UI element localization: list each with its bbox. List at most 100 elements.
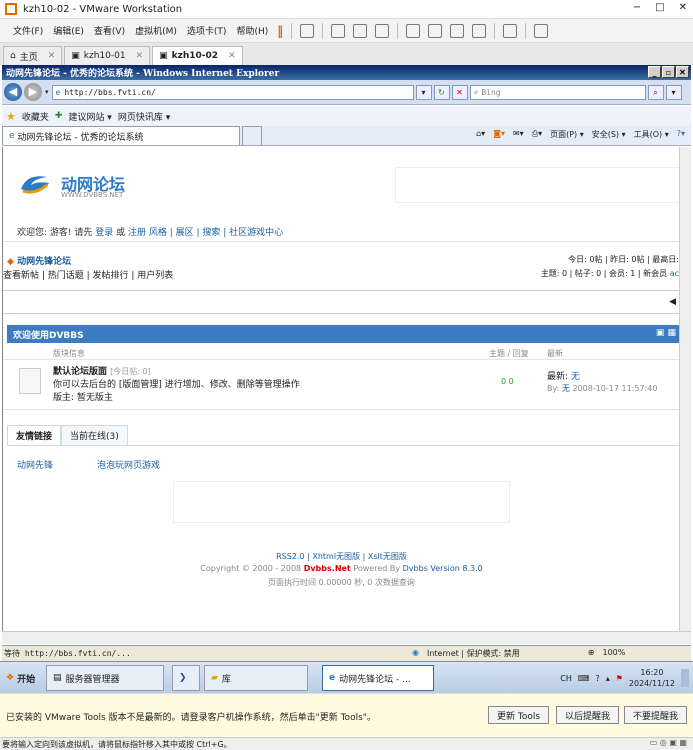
stop-icon[interactable]: ✕	[451, 84, 468, 100]
copyright-brand-link[interactable]: Dvbbs.Net	[304, 564, 351, 573]
board-title-link[interactable]: 默认论坛版面 [今日帖: 0]	[53, 364, 151, 377]
divider	[3, 359, 679, 360]
unity-icon[interactable]	[472, 23, 487, 38]
last-author-link[interactable]: 无	[562, 384, 570, 393]
keyboard-icon[interactable]: ⌨	[578, 674, 590, 683]
back-icon[interactable]: ◀	[4, 83, 22, 101]
start-button[interactable]: ❖ 开始	[2, 667, 39, 689]
clock[interactable]: 16:20 2024/11/12	[629, 667, 675, 689]
library-view-icon[interactable]	[406, 23, 421, 38]
device-icons[interactable]: ▭ ◎ ▣ ▦	[650, 738, 687, 747]
show-desktop-button[interactable]	[681, 669, 689, 687]
snapshot-manager-icon[interactable]	[375, 23, 390, 38]
taskbar-ie[interactable]: e 动网先锋论坛 - ...	[322, 665, 434, 691]
minimize-button[interactable]: −	[633, 2, 641, 13]
stretch-guest-icon[interactable]	[534, 23, 549, 38]
pause-icon[interactable]: ‖	[277, 24, 283, 38]
fav-link-suggested[interactable]: 建议网站 ▾	[68, 110, 111, 123]
input-language[interactable]: CH	[560, 674, 572, 683]
favorites-star-icon[interactable]: ★	[6, 110, 16, 123]
vertical-scrollbar[interactable]	[679, 147, 691, 631]
maximize-button[interactable]: □	[655, 2, 664, 13]
powered-brand-link[interactable]: Dvbbs Version 8.3.0	[403, 564, 483, 573]
taskbar-explorer[interactable]: ▰ 库	[204, 665, 308, 691]
console-view-icon[interactable]	[503, 23, 518, 38]
search-input[interactable]: ⌕ Bing	[469, 84, 646, 100]
collapse-icon[interactable]: ▣ ▦	[656, 328, 676, 338]
close-button[interactable]: ✕	[679, 2, 687, 13]
address-bar[interactable]: e http://bbs.fvti.cn/	[51, 84, 414, 100]
close-tab-icon[interactable]: ✕	[136, 51, 144, 61]
login-link[interactable]: 登录	[95, 228, 113, 238]
tab-friend-links[interactable]: 友情链接	[7, 425, 62, 445]
taskbar-server-manager[interactable]: ▤ 服务器管理器	[46, 665, 164, 691]
tab-kzh10-01[interactable]: ▣ kzh10-01 ✕	[64, 46, 151, 65]
menu-vm[interactable]: 虚拟机(M)	[130, 24, 182, 37]
network-icon[interactable]: ⚑	[616, 674, 623, 683]
tab-kzh10-02[interactable]: ▣ kzh10-02 ✕	[152, 46, 243, 65]
tab-label: kzh10-01	[83, 51, 126, 61]
register-link[interactable]: 注册	[128, 228, 146, 238]
menu-tabs[interactable]: 选项卡(T)	[182, 24, 232, 37]
friend-link-dvbbs[interactable]: 动网先锋	[17, 458, 53, 471]
menu-file[interactable]: 文件(F)	[8, 24, 48, 37]
snapshot-icon[interactable]	[331, 23, 346, 38]
arrow-left-icon[interactable]: ◀	[669, 297, 676, 307]
last-post-link[interactable]: 无	[571, 372, 580, 382]
mail-icon[interactable]: ✉▾	[513, 129, 524, 140]
forum-home-link[interactable]: ◆ 动网先锋论坛	[7, 254, 71, 267]
tray-expand-icon[interactable]: ▴	[606, 674, 610, 683]
forum-search-bar: ◀	[3, 290, 679, 314]
tab-home[interactable]: ⌂ 主页 ✕	[3, 46, 63, 65]
safety-menu[interactable]: 安全(S) ▾	[592, 129, 626, 140]
zoom-icon[interactable]: ⊕	[588, 648, 595, 659]
search-options-icon[interactable]: ▾	[665, 84, 682, 100]
menu-edit[interactable]: 编辑(E)	[48, 24, 89, 37]
update-tools-button[interactable]: 更新 Tools	[488, 706, 550, 724]
revert-snapshot-icon[interactable]	[353, 23, 368, 38]
menu-help[interactable]: 帮助(H)	[231, 24, 273, 37]
col-board-info: 版块信息	[53, 349, 85, 358]
thumbnail-view-icon[interactable]	[428, 23, 443, 38]
tab-online-users[interactable]: 当前在线(3)	[61, 425, 128, 445]
print-icon[interactable]: ⎙▾	[532, 129, 542, 140]
ie-restore-button[interactable]: ▫	[662, 66, 675, 78]
never-remind-button[interactable]: 不要提醒我	[624, 706, 688, 724]
help-icon[interactable]: ?▾	[677, 129, 685, 140]
friend-link-game[interactable]: 泡泡玩网页游戏	[97, 458, 160, 471]
send-ctrl-alt-del-icon[interactable]	[300, 23, 315, 38]
security-zone[interactable]: Internet | 保护模式: 禁用	[427, 648, 520, 659]
member-stats: 主题: 0 | 帖子: 0 | 会员: 1 | 新会员 ac	[541, 268, 679, 279]
fullscreen-icon[interactable]	[450, 23, 465, 38]
top-menu-links[interactable]: 风格 | 展区 | 搜索 | 社区游戏中心	[149, 228, 283, 238]
address-dropdown-icon[interactable]: ▾	[415, 84, 432, 100]
quick-nav-links[interactable]: 查看新帖 | 热门话题 | 发帖排行 | 用户列表	[3, 268, 173, 281]
close-tab-icon[interactable]: ✕	[48, 51, 56, 61]
footer-link-list[interactable]: RSS2.0 | Xhtml无图版 | Xslt无图版	[276, 552, 407, 561]
forward-icon[interactable]: ▶	[24, 83, 42, 101]
ie-tab-active[interactable]: e 动网先锋论坛 - 优秀的论坛系统	[2, 126, 240, 145]
taskbar-powershell[interactable]: ❯	[172, 665, 200, 691]
member-stats-text: 主题: 0 | 帖子: 0 | 会员: 1 | 新会员	[540, 269, 668, 278]
tools-menu[interactable]: 工具(O) ▾	[634, 129, 669, 140]
ie-minimize-button[interactable]: _	[648, 66, 661, 78]
remind-later-button[interactable]: 以后提醒我	[556, 706, 620, 724]
home-icon[interactable]: ⌂▾	[476, 129, 485, 140]
fav-link-webslice[interactable]: 网页快讯库 ▾	[118, 110, 170, 123]
menu-view[interactable]: 查看(V)	[89, 24, 130, 37]
history-dropdown-icon[interactable]: ▾	[45, 88, 49, 96]
newest-member-link[interactable]: ac	[670, 269, 679, 278]
zoom-level[interactable]: 100%	[602, 648, 625, 659]
page-menu[interactable]: 页面(P) ▾	[550, 129, 584, 140]
add-favorite-icon[interactable]: ✚	[55, 111, 63, 121]
refresh-icon[interactable]: ↻	[433, 84, 450, 100]
feeds-icon[interactable]: ◙▾	[493, 129, 505, 140]
horizontal-scrollbar[interactable]	[2, 631, 691, 644]
help-tray-icon[interactable]: ?	[595, 674, 599, 683]
favorites-bar: ★ 收藏夹 ✚ 建议网站 ▾ 网页快讯库 ▾	[2, 106, 691, 126]
ie-close-button[interactable]: ✕	[676, 66, 689, 78]
favorites-button[interactable]: 收藏夹	[22, 110, 49, 123]
search-button[interactable]: ⌕	[647, 84, 664, 100]
new-tab-button[interactable]	[242, 126, 262, 145]
close-tab-icon[interactable]: ✕	[228, 51, 236, 61]
